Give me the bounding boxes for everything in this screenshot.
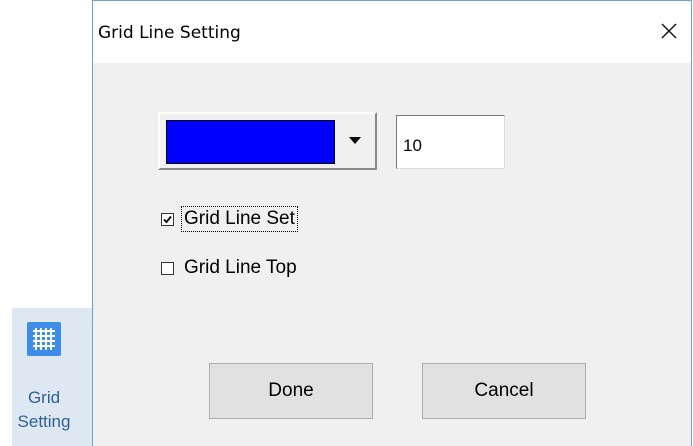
close-button[interactable] (653, 15, 685, 47)
line-color-swatch (166, 120, 335, 164)
dialog-title: Grid Line Setting (98, 23, 241, 43)
screen: Grid Setting Grid Line Setting 10 Grid L… (0, 0, 693, 446)
grid-line-top-label[interactable]: Grid Line Top (182, 256, 299, 280)
done-button[interactable]: Done (209, 363, 373, 419)
grid-line-set-label[interactable]: Grid Line Set (181, 206, 298, 232)
grid-line-set-option[interactable]: Grid Line Set (161, 205, 298, 233)
line-color-select[interactable] (158, 112, 377, 170)
dropdown-arrow-icon[interactable] (340, 114, 370, 168)
grid-line-width-input[interactable] (396, 115, 505, 169)
grid-setting-label-line1: Grid (27, 388, 61, 407)
grid-line-setting-dialog: Grid Line Setting G (92, 0, 692, 446)
dialog-titlebar: Grid Line Setting (93, 1, 691, 63)
grid-line-set-checkbox[interactable] (161, 212, 174, 226)
grid-line-top-checkbox[interactable] (161, 261, 174, 275)
ribbon-panel: Grid Setting (0, 0, 92, 446)
close-icon (661, 23, 677, 39)
grid-setting-button[interactable]: Grid Setting (12, 308, 92, 446)
cancel-button[interactable]: Cancel (422, 363, 586, 419)
grid-setting-label-line2: Setting (17, 412, 71, 431)
grid-icon (27, 322, 61, 356)
checkmark-icon (163, 215, 172, 223)
grid-line-top-option[interactable]: Grid Line Top (161, 254, 299, 282)
